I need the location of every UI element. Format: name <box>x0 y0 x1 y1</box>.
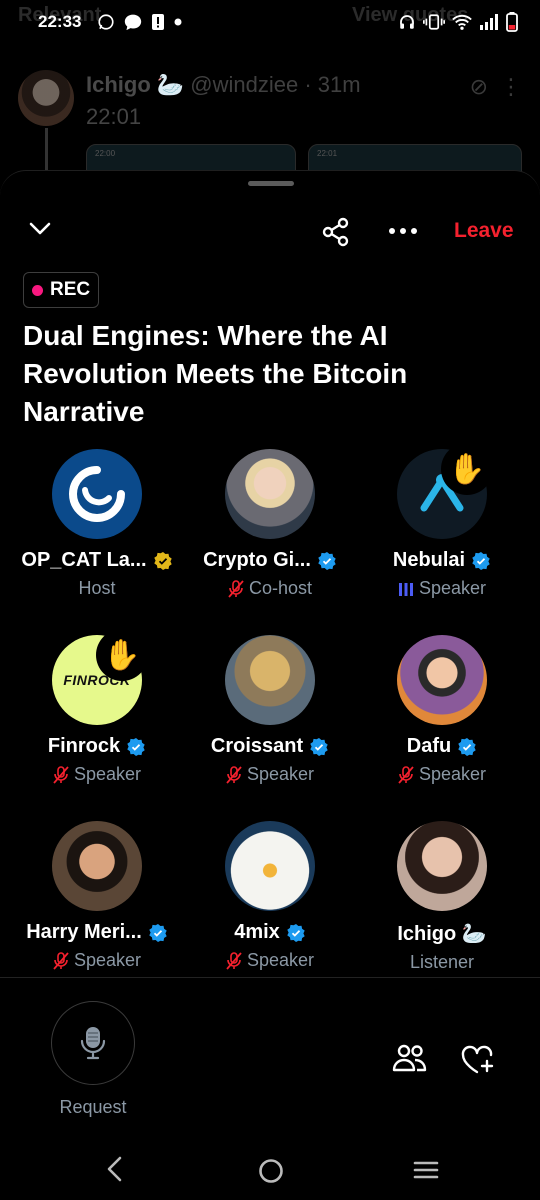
opcat-logo-icon <box>52 449 142 539</box>
tweet-author-handle: @windziee · 31m <box>190 72 361 97</box>
participant-name: Harry Meri... <box>26 921 142 943</box>
verified-icon <box>472 551 490 570</box>
share-icon[interactable] <box>321 217 351 247</box>
participant-name: OP_CAT La... <box>21 549 147 571</box>
grok-icon: ⊘ <box>469 74 488 99</box>
tweet-image-1-time: 22:00 <box>95 149 116 158</box>
rec-dot <box>32 284 43 296</box>
avatar <box>52 821 142 911</box>
people-icon[interactable] <box>392 1043 428 1073</box>
space-top-controls: Leave <box>0 213 540 253</box>
headphones-icon <box>400 15 414 29</box>
drag-handle[interactable] <box>248 181 294 186</box>
mic-muted-icon <box>53 765 69 784</box>
avatar: FINROCK ✋ <box>52 629 148 725</box>
avatar <box>225 449 315 539</box>
more-icon: ⋮ <box>500 74 522 99</box>
participant-name: Croissant <box>210 735 304 757</box>
request-label: Request <box>59 1097 127 1117</box>
more-options-icon[interactable] <box>388 227 418 235</box>
raised-hand-icon: ✋ <box>96 629 148 681</box>
participant-name: Ichigo 🦢 <box>397 923 487 945</box>
home-icon[interactable] <box>258 1158 284 1184</box>
message-icon <box>125 14 142 31</box>
participant-name: Crypto Gi... <box>203 549 311 571</box>
avatar: ✋ <box>397 443 493 539</box>
participant-role: Co-host <box>248 578 313 598</box>
chevron-down-icon[interactable] <box>28 221 52 237</box>
alert-icon <box>152 14 165 30</box>
request-mic-button[interactable] <box>51 1001 135 1085</box>
participant-harry[interactable]: Harry Meri... Speaker <box>7 821 187 971</box>
whatsapp-icon <box>98 14 115 30</box>
participant-opcat[interactable]: OP_CAT La... Host <box>7 449 187 599</box>
duck-avatar-icon <box>225 821 315 911</box>
participant-ichigo[interactable]: Ichigo 🦢 Listener <box>352 821 532 973</box>
avatar <box>18 70 74 126</box>
participant-name: Nebulai <box>392 549 466 571</box>
avatar <box>225 821 315 911</box>
heart-plus-icon[interactable] <box>461 1045 495 1075</box>
raised-hand-icon: ✋ <box>441 443 493 495</box>
recent-apps-icon[interactable] <box>413 1160 439 1180</box>
avatar <box>397 821 487 911</box>
space-sheet: Leave REC Dual Engines: Where the AI Rev… <box>0 170 540 1200</box>
leave-button[interactable]: Leave <box>454 219 514 243</box>
tweet-text: 22:01 <box>86 104 142 129</box>
mic-muted-icon <box>398 765 414 784</box>
participant-role: Speaker <box>418 764 487 784</box>
verified-icon <box>318 551 336 570</box>
verified-icon <box>287 923 305 942</box>
avatar <box>52 449 142 539</box>
verified-gold-icon <box>153 551 172 570</box>
avatar <box>397 635 487 725</box>
speaking-bars-icon <box>398 582 413 596</box>
rec-badge: REC <box>23 272 100 308</box>
dot-icon <box>174 18 182 26</box>
system-nav-bar <box>0 1140 540 1200</box>
participant-name: Finrock <box>47 735 121 757</box>
participant-role: Listener <box>409 952 475 972</box>
rec-label: REC <box>50 279 91 300</box>
participant-name: Dafu <box>406 735 452 757</box>
mic-muted-icon <box>226 951 242 970</box>
verified-icon <box>127 737 145 756</box>
participant-role: Speaker <box>418 578 487 598</box>
participant-role: Host <box>78 578 116 598</box>
verified-icon <box>149 923 167 942</box>
participant-name: 4mix <box>234 921 280 943</box>
mic-muted-icon <box>226 765 242 784</box>
verified-icon <box>310 737 328 756</box>
bottom-bar: Request <box>0 977 540 1127</box>
participant-role: Speaker <box>246 764 315 784</box>
microphone-icon <box>80 1027 106 1060</box>
tweet-image-2-time: 22:01 <box>317 149 338 158</box>
participant-crypto-gi[interactable]: Crypto Gi... Co-host <box>180 449 360 599</box>
signal-icon <box>480 14 498 30</box>
participant-finrock[interactable]: FINROCK ✋ Finrock Speaker <box>7 629 187 785</box>
space-title: Dual Engines: Where the AI Revolution Me… <box>23 320 408 427</box>
participant-role: Speaker <box>73 764 142 784</box>
participant-role: Speaker <box>246 950 315 970</box>
status-time: 22:33 <box>38 12 82 31</box>
status-bar: 22:33 <box>0 0 540 44</box>
wifi-icon <box>452 15 472 30</box>
participant-4mix[interactable]: 4mix Speaker <box>180 821 360 971</box>
avatar <box>225 635 315 725</box>
vibrate-icon <box>423 14 445 30</box>
mic-muted-icon <box>53 951 69 970</box>
participant-nebulai[interactable]: ✋ Nebulai Speaker <box>352 443 532 599</box>
participant-croissant[interactable]: Croissant Speaker <box>180 635 360 785</box>
back-icon[interactable] <box>104 1156 124 1182</box>
participant-dafu[interactable]: Dafu Speaker <box>352 635 532 785</box>
tweet-author-name: Ichigo 🦢 <box>86 72 185 97</box>
verified-icon <box>458 737 476 756</box>
battery-icon <box>506 12 518 32</box>
mic-muted-icon <box>228 579 244 598</box>
participant-role: Speaker <box>73 950 142 970</box>
